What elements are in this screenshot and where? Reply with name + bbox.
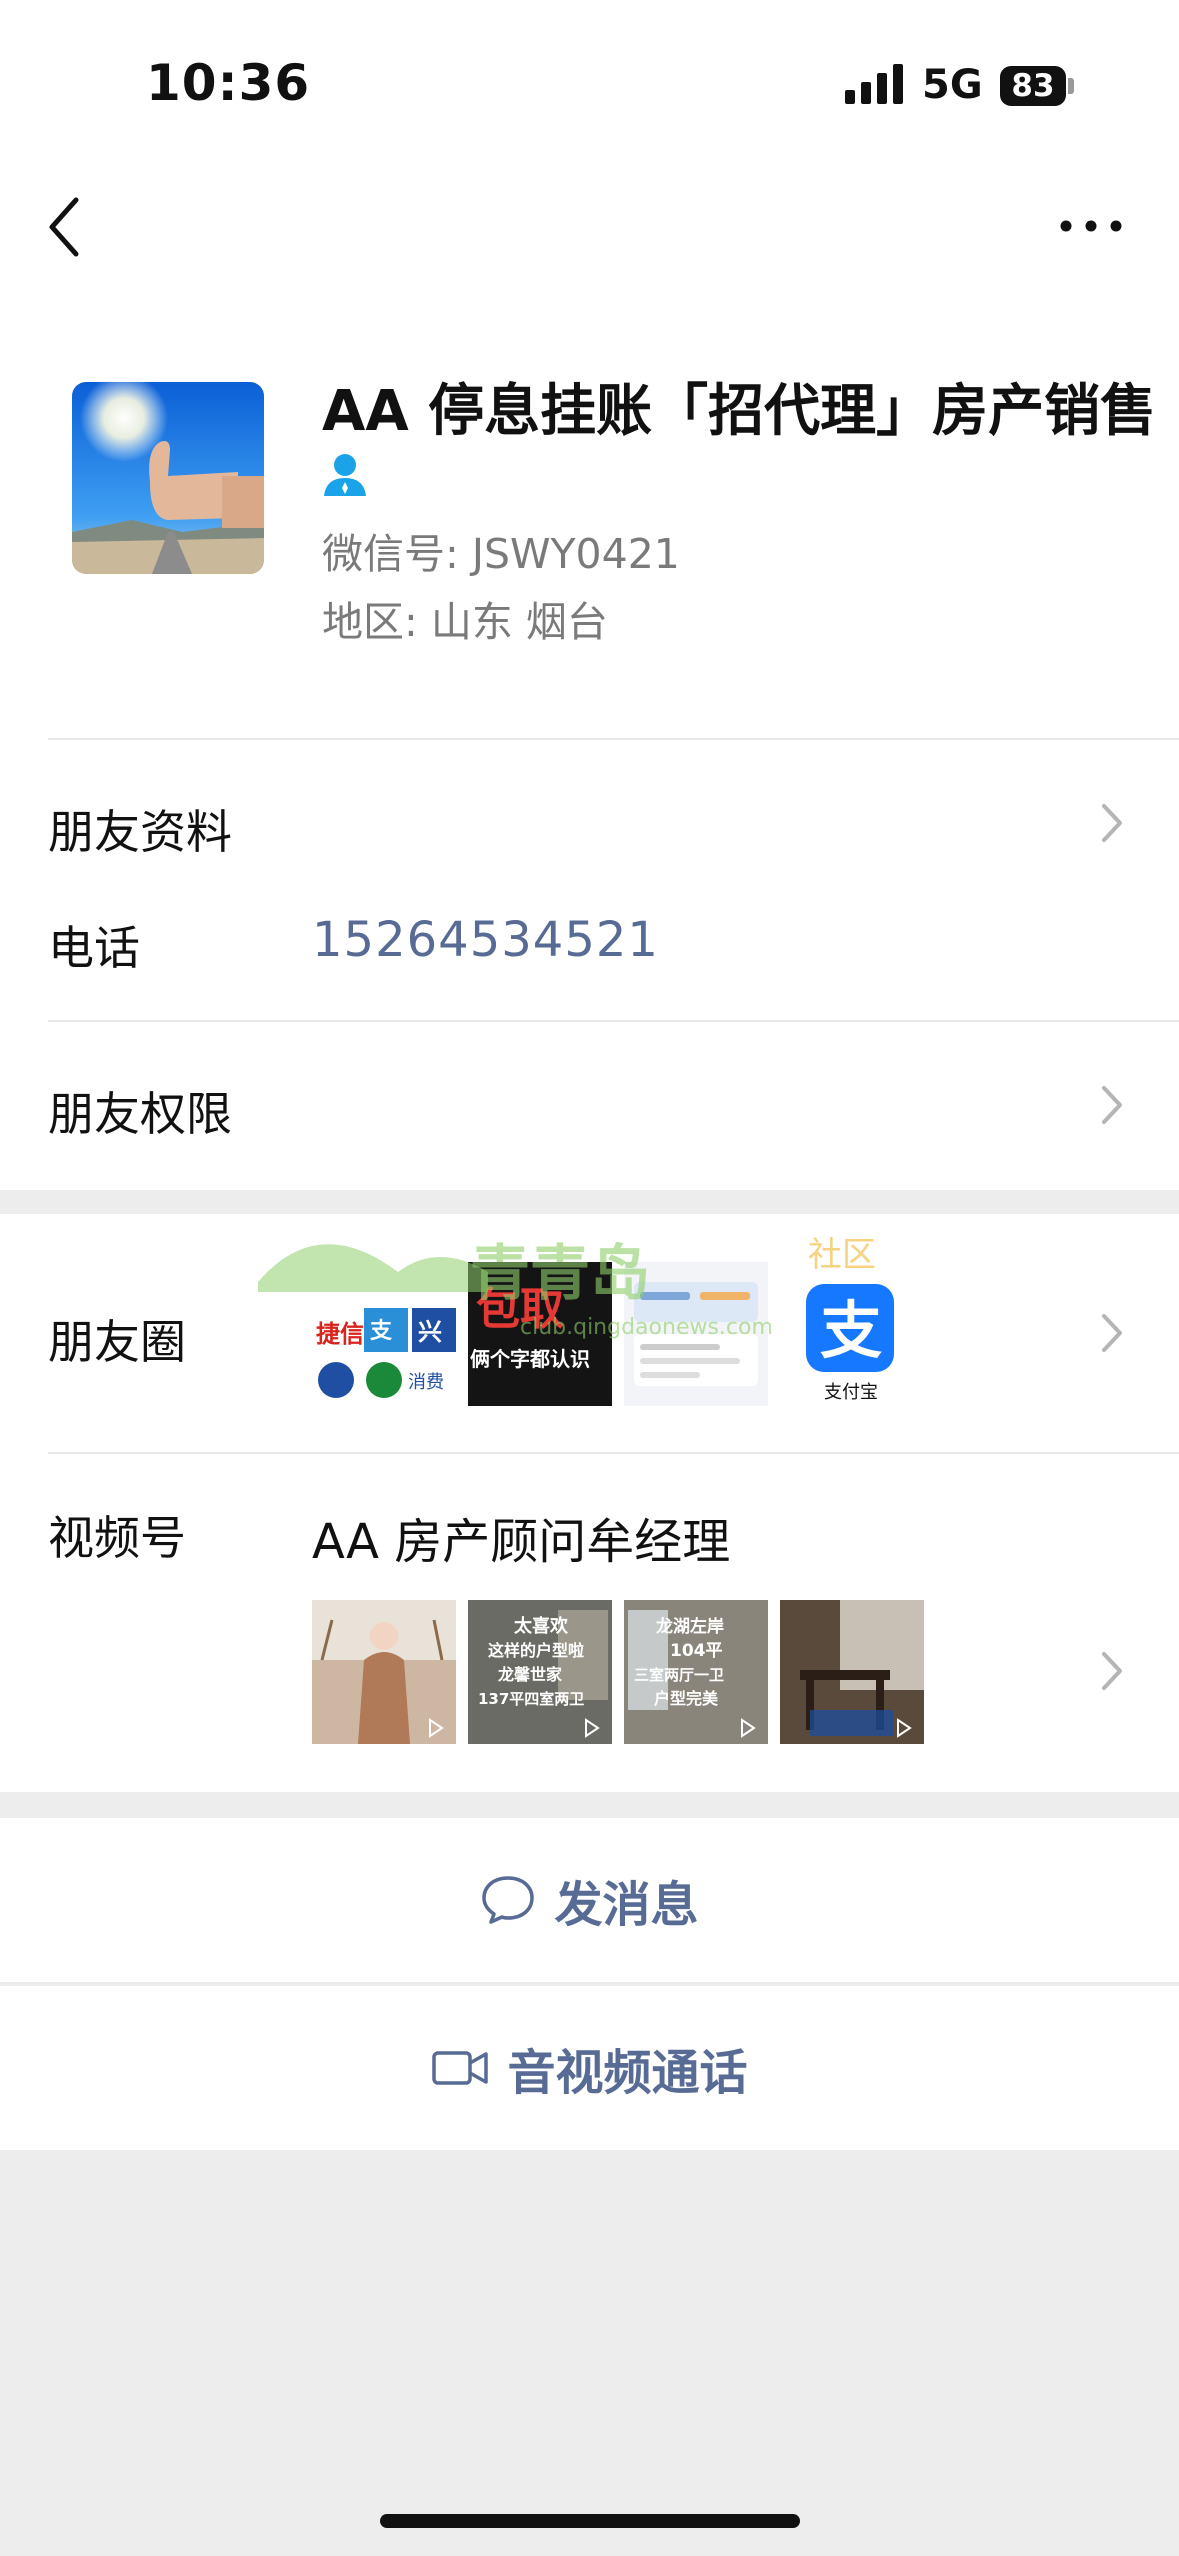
video-thumbnail: 太喜欢 这样的户型啦 龙馨世家 137平四室两卫 [468,1600,612,1744]
ellipsis-icon[interactable] [1056,206,1126,246]
avatar[interactable] [72,382,264,574]
video-thumbnail: 龙湖左岸 104平 三室两厅一卫 户型完美 [624,1600,768,1744]
svg-text:捷信: 捷信 [316,1320,364,1348]
moments-row[interactable]: 朋友圈 [48,1306,186,1372]
svg-text:支付宝: 支付宝 [824,1382,878,1403]
text-image: 包取 俩个字都认识 [470,1284,590,1371]
battery-level: 83 [1011,68,1055,104]
svg-text:太喜欢: 太喜欢 [514,1615,569,1637]
alipay-logo-icon: 支 支付宝 [806,1284,894,1403]
divider [0,1982,1179,1984]
chat-bubble-icon [482,1876,535,1924]
chevron-right-icon [1102,1314,1122,1352]
moments-thumb[interactable]: 支 支付宝 [780,1262,924,1406]
send-message-label: 发消息 [554,1877,699,1933]
region: 地区: 山东 烟台 [322,598,608,646]
network-type: 5G [922,62,983,108]
svg-text:支: 支 [820,1294,882,1367]
video-thumbnail [780,1600,924,1744]
battery-icon: 83 [1000,66,1066,106]
wechat-id: 微信号: JSWY0421 [322,530,680,578]
person-icon [324,454,366,496]
svg-text:消费: 消费 [408,1372,444,1393]
app-screenshot-image [634,1282,758,1386]
friend-permissions-row[interactable]: 朋友权限 [48,1078,232,1144]
svg-text:104平: 104平 [670,1641,723,1661]
chevron-right-icon [1102,804,1122,842]
chevron-left-icon[interactable] [40,192,100,262]
phone-number[interactable]: 15264534521 [312,912,659,968]
video-camera-icon [432,2051,489,2085]
send-message-button[interactable]: 发消息 [0,1818,1179,1982]
divider [48,1452,1179,1454]
svg-text:俩个字都认识: 俩个字都认识 [470,1347,590,1371]
divider [48,1020,1179,1022]
video-thumbnail [312,1600,456,1744]
chevron-right-icon [1102,1652,1122,1690]
phone-label: 电话 [48,921,140,975]
svg-text:龙湖左岸: 龙湖左岸 [655,1616,724,1637]
friend-info-row[interactable]: 朋友资料 [48,796,232,862]
video-thumb[interactable]: 太喜欢 这样的户型啦 龙馨世家 137平四室两卫 [468,1600,612,1744]
moments-thumb[interactable]: 包取 俩个字都认识 [468,1262,612,1406]
video-call-button[interactable]: 音视频通话 [0,1986,1179,2150]
svg-text:包取: 包取 [476,1284,564,1335]
video-thumb[interactable] [312,1600,456,1744]
moments-thumb[interactable] [624,1262,768,1406]
profile-name: AA 停息挂账「招代理」房产销售 [322,379,1157,444]
channels-row[interactable]: 视频号 [48,1502,186,1568]
video-thumb[interactable] [780,1600,924,1744]
svg-text:这样的户型啦: 这样的户型啦 [488,1641,584,1660]
svg-text:三室两厅一卫: 三室两厅一卫 [634,1666,724,1684]
video-call-label: 音视频通话 [507,2045,748,2101]
status-time: 10:36 [146,54,311,112]
moments-thumb[interactable]: 捷信 支 兴 消费 [312,1262,456,1406]
home-indicator[interactable] [380,2514,800,2528]
svg-text:兴: 兴 [418,1318,442,1346]
signal-icon [845,64,903,104]
status-bar: 10:36 5G 83 [0,0,1179,170]
svg-text:137平四室两卫: 137平四室两卫 [478,1690,584,1708]
video-thumb[interactable]: 龙湖左岸 104平 三室两厅一卫 户型完美 [624,1600,768,1744]
channels-title[interactable]: AA 房产顾问牟经理 [312,1502,730,1572]
svg-text:支: 支 [370,1319,393,1344]
battery-cap [1068,78,1074,94]
svg-text:龙馨世家: 龙馨世家 [497,1665,563,1684]
divider [48,738,1179,740]
bank-logos-image: 捷信 支 兴 消费 [312,1308,456,1398]
chevron-right-icon [1102,1086,1122,1124]
svg-text:户型完美: 户型完美 [654,1689,719,1708]
